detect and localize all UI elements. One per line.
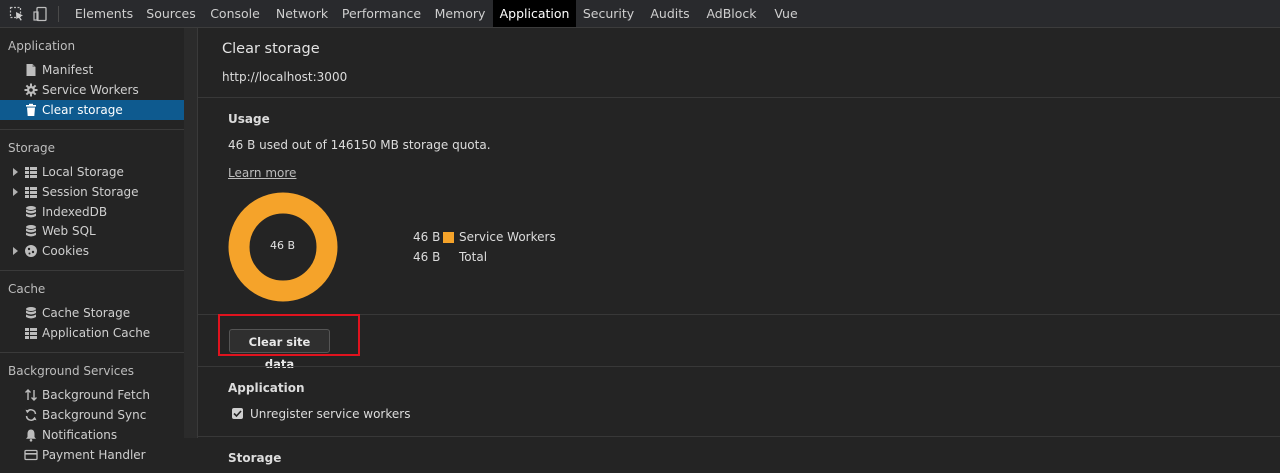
legend-label: Total: [459, 250, 488, 264]
toolbar-separator: [58, 6, 59, 22]
sidebar-item-label: Manifest: [42, 63, 94, 77]
legend-value: 46 B: [413, 250, 441, 264]
tab-memory[interactable]: Memory: [427, 0, 493, 27]
sidebar-item-label: Application Cache: [42, 326, 151, 340]
sidebar-item-label: Background Sync: [42, 408, 147, 422]
sidebar-item-label: Cookies: [42, 244, 89, 258]
tab-elements[interactable]: Elements: [68, 0, 140, 27]
sidebar-item-label: Web SQL: [42, 224, 96, 238]
legend-swatch: [443, 232, 454, 243]
donut-center-label: 46 B: [270, 239, 296, 252]
origin-url: http://localhost:3000: [222, 70, 348, 84]
sidebar-item-payment-handler[interactable]: Payment Handler: [0, 445, 184, 465]
expand-arrow-icon[interactable]: [13, 247, 18, 255]
tab-application[interactable]: Application: [493, 0, 576, 27]
sidebar-item-application-cache[interactable]: Application Cache: [0, 323, 184, 343]
devtools-tab-bar: Elements Sources Console Network Perform…: [0, 0, 1280, 28]
page-title: Clear storage: [222, 41, 320, 57]
sidebar-item-web-sql[interactable]: Web SQL: [0, 221, 184, 241]
sidebar-item-label: IndexedDB: [42, 205, 108, 219]
sidebar-item-session-storage[interactable]: Session Storage: [0, 182, 184, 202]
database-icon: [26, 307, 36, 319]
legend-value: 46 B: [413, 230, 441, 244]
sidebar-item-cookies[interactable]: Cookies: [0, 241, 184, 261]
tab-network[interactable]: Network: [268, 0, 336, 27]
expand-arrow-icon[interactable]: [13, 168, 18, 176]
sidebar-item-cache-storage[interactable]: Cache Storage: [0, 303, 184, 323]
application-sidebar: Application Manifest Service Workers Cle…: [0, 28, 184, 473]
sidebar-item-background-fetch[interactable]: Background Fetch: [0, 385, 184, 405]
checkbox-label: Unregister service workers: [250, 407, 411, 421]
sidebar-item-label: Background Fetch: [42, 388, 150, 402]
learn-more-link[interactable]: Learn more: [228, 166, 296, 180]
sidebar-divider: [0, 270, 184, 271]
sidebar-item-label: Payment Handler: [42, 448, 146, 462]
sidebar-item-label: Clear storage: [42, 103, 123, 117]
unregister-service-workers-checkbox[interactable]: [232, 408, 243, 419]
sidebar-item-label: Service Workers: [42, 83, 139, 97]
divider: [198, 366, 1280, 367]
sync-icon: [25, 409, 37, 421]
sidebar-item-manifest[interactable]: Manifest: [0, 60, 184, 80]
tab-performance[interactable]: Performance: [336, 0, 427, 27]
sidebar-item-label: Session Storage: [42, 185, 139, 199]
database-icon: [26, 206, 36, 218]
legend-label: Service Workers: [459, 230, 556, 244]
bell-icon: [26, 429, 36, 442]
sidebar-item-label: Notifications: [42, 428, 118, 442]
grid-icon: [25, 187, 37, 198]
sidebar-item-background-sync[interactable]: Background Sync: [0, 405, 184, 425]
usage-section-title: Usage: [228, 112, 270, 126]
sidebar-divider: [0, 352, 184, 353]
gear-icon: [24, 83, 38, 97]
cookie-icon: [25, 245, 37, 257]
checkmark-icon: [233, 410, 242, 418]
sidebar-item-service-workers[interactable]: Service Workers: [0, 80, 184, 100]
database-icon: [26, 225, 36, 237]
tab-console[interactable]: Console: [202, 0, 268, 27]
divider: [198, 97, 1280, 98]
card-icon: [24, 449, 38, 461]
sidebar-section-application: Application: [8, 39, 76, 53]
grid-icon: [25, 328, 37, 339]
tab-vue[interactable]: Vue: [764, 0, 808, 27]
sidebar-section-cache: Cache: [8, 282, 46, 296]
sidebar-divider: [0, 129, 184, 130]
tab-security[interactable]: Security: [576, 0, 641, 27]
divider: [198, 436, 1280, 437]
tab-adblock[interactable]: AdBlock: [699, 0, 764, 27]
usage-summary: 46 B used out of 146150 MB storage quota…: [228, 138, 491, 152]
sidebar-item-clear-storage[interactable]: Clear storage: [0, 100, 184, 120]
trash-icon: [26, 103, 36, 116]
storage-section-title: Storage: [228, 451, 282, 465]
sidebar-section-storage: Storage: [8, 141, 55, 155]
sidebar-item-indexeddb[interactable]: IndexedDB: [0, 202, 184, 222]
arrows-updown-icon: [25, 389, 37, 401]
application-section-title: Application: [228, 381, 305, 395]
clear-storage-panel: Clear storage http://localhost:3000 Usag…: [198, 28, 1280, 473]
sidebar-item-notifications[interactable]: Notifications: [0, 425, 184, 445]
sidebar-item-local-storage[interactable]: Local Storage: [0, 162, 184, 182]
document-icon: [26, 64, 36, 76]
sidebar-item-label: Local Storage: [42, 165, 124, 179]
tab-audits[interactable]: Audits: [641, 0, 699, 27]
clear-site-data-button[interactable]: Clear site data: [229, 329, 330, 371]
expand-arrow-icon[interactable]: [13, 188, 18, 196]
divider: [198, 314, 1280, 315]
device-toolbar-icon[interactable]: [33, 6, 49, 22]
tab-sources[interactable]: Sources: [140, 0, 202, 27]
grid-icon: [25, 167, 37, 178]
sidebar-section-background-services: Background Services: [8, 364, 135, 378]
sidebar-item-label: Cache Storage: [42, 306, 131, 320]
inspect-element-icon[interactable]: [9, 6, 25, 22]
sidebar-resizer[interactable]: [184, 28, 198, 438]
